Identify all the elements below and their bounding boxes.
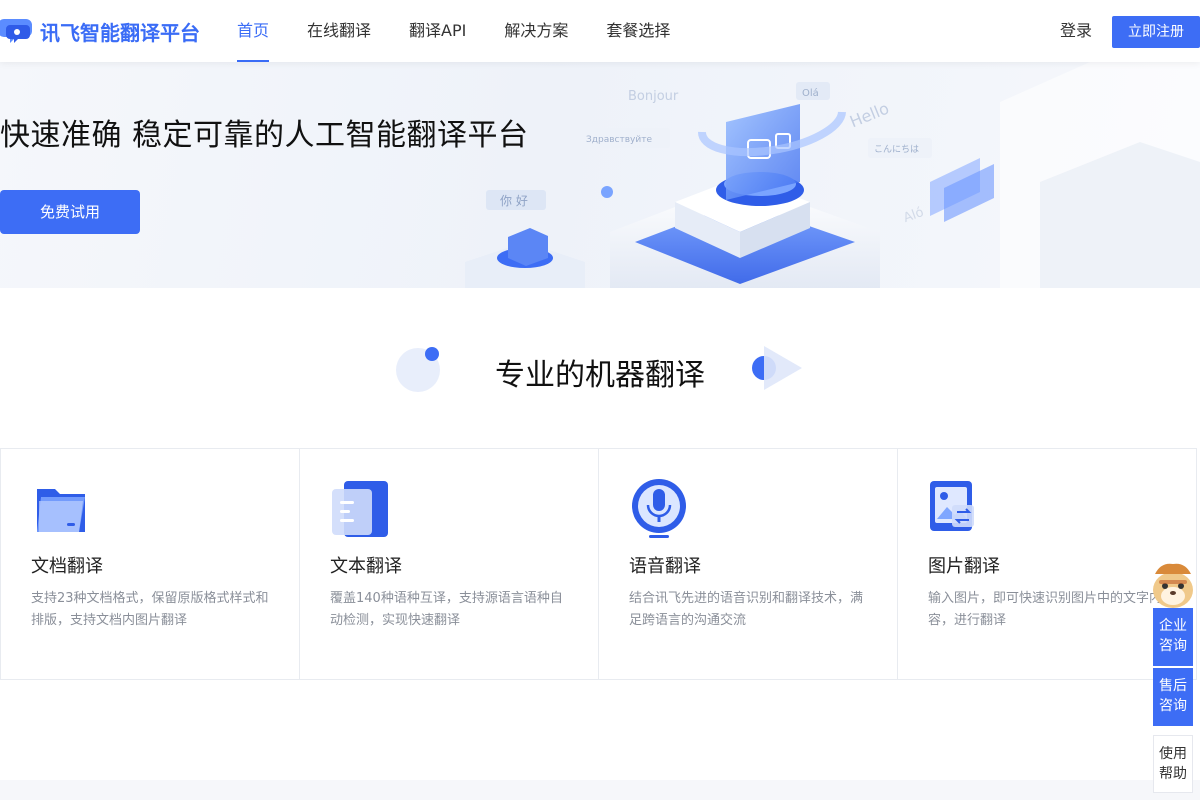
main-nav: 首页 在线翻译 翻译API 解决方案 套餐选择 — [218, 0, 689, 62]
section-header: 专业的机器翻译 — [0, 288, 1200, 448]
nav-plans[interactable]: 套餐选择 — [606, 0, 670, 62]
card-title: 图片翻译 — [928, 556, 1000, 577]
register-button[interactable]: 立即注册 — [1112, 16, 1200, 48]
mascot-icon[interactable] — [1145, 560, 1200, 612]
usage-help-button[interactable]: 使用帮助 — [1153, 735, 1193, 793]
bubble-nihao: 你 好 — [500, 194, 528, 208]
card-desc: 输入图片，即可快速识别图片中的文字内容，进行翻译 — [928, 591, 1163, 628]
login-link[interactable]: 登录 — [1060, 0, 1092, 62]
free-trial-button[interactable]: 免费试用 — [0, 190, 140, 234]
logo[interactable]: 讯飞智能翻译平台 — [0, 12, 200, 50]
card-title: 文本翻译 — [330, 556, 402, 577]
hero-illustration: 你 好 Здравствуйте Bonjour Hello こんにちは Olá… — [465, 62, 1200, 288]
logo-text: 讯飞智能翻译平台 — [40, 20, 200, 45]
bubble-alo: Aló — [901, 205, 925, 226]
card-desc: 覆盖140种语种互译，支持源语言语种自动检测，实现快速翻译 — [330, 591, 563, 628]
bubble-bonjour: Bonjour — [628, 89, 679, 104]
bubble-hello: Hello — [847, 99, 892, 132]
card-desc: 支持23种文档格式，保留原版格式样式和排版，支持文档内图片翻译 — [31, 591, 269, 628]
card-title: 语音翻译 — [629, 556, 701, 577]
card-document-translate[interactable]: 文档翻译 支持23种文档格式，保留原版格式样式和排版，支持文档内图片翻译 — [0, 448, 300, 680]
bubble-japanese: こんにちは — [874, 144, 919, 155]
microphone-icon — [632, 479, 686, 538]
card-title: 文档翻译 — [31, 556, 103, 577]
text-document-icon — [332, 481, 388, 537]
decorative-play-icon — [752, 346, 802, 390]
bubble-ola: Olá — [802, 87, 819, 99]
card-desc: 结合讯飞先进的语音识别和翻译技术，满足跨语言的沟通交流 — [629, 591, 864, 628]
section-title: 专业的机器翻译 — [495, 358, 705, 393]
nav-translate-api[interactable]: 翻译API — [409, 0, 466, 62]
aftersale-consult-button[interactable]: 售后咨询 — [1153, 668, 1193, 726]
image-translate-icon — [930, 481, 974, 531]
nav-home[interactable]: 首页 — [237, 0, 270, 62]
top-header: 讯飞智能翻译平台 首页 在线翻译 翻译API 解决方案 套餐选择 登录 立即注册 — [0, 0, 1200, 62]
feature-cards: 文档翻译 支持23种文档格式，保留原版格式样式和排版，支持文档内图片翻译 文本翻… — [0, 448, 1200, 680]
document-folder-icon — [37, 489, 85, 532]
bubble-russian: Здравствуйте — [586, 135, 652, 145]
enterprise-consult-button[interactable]: 企业咨询 — [1153, 608, 1193, 666]
logo-icon — [0, 19, 32, 43]
card-text-translate[interactable]: 文本翻译 覆盖140种语种互译，支持源语言语种自动检测，实现快速翻译 — [299, 448, 599, 680]
hero-banner: 快速准确 稳定可靠的人工智能翻译平台 免费试用 你 好 Здравствуйте… — [0, 62, 1200, 288]
nav-solutions[interactable]: 解决方案 — [504, 0, 568, 62]
nav-online-translate[interactable]: 在线翻译 — [307, 0, 371, 62]
card-voice-translate[interactable]: 语音翻译 结合讯飞先进的语音识别和翻译技术，满足跨语言的沟通交流 — [598, 448, 898, 680]
footer-band — [0, 780, 1200, 800]
